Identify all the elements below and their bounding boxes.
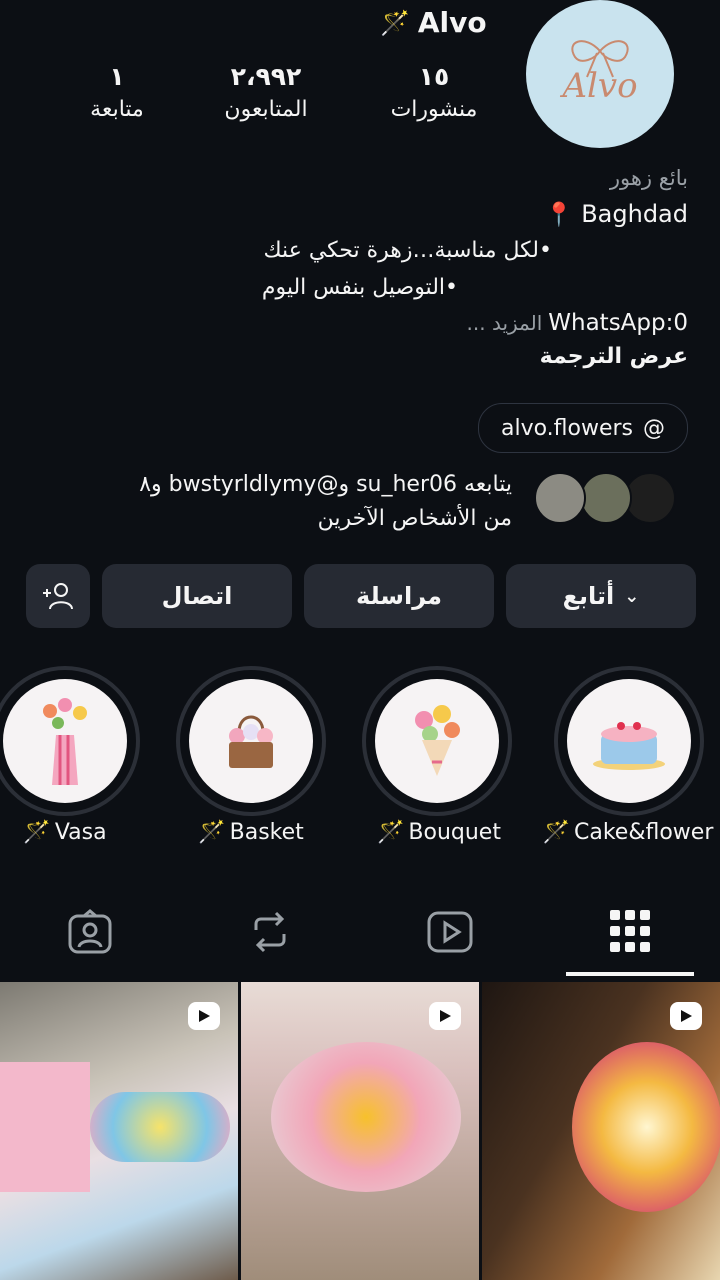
followers-count: ٢،٩٩٢ <box>230 62 302 91</box>
post-thumbnail[interactable] <box>482 982 720 1280</box>
highlight-label-row: 🪄 Bouquet <box>364 820 514 845</box>
bouquet-icon <box>375 679 499 803</box>
reels-icon <box>427 911 473 953</box>
highlight-ring <box>176 666 326 816</box>
magic-wand-icon: 🪄 <box>542 820 570 845</box>
posts-label: منشورات <box>390 97 478 122</box>
vase-icon <box>3 679 127 803</box>
bio-line-2: •التوصيل بنفس اليوم <box>261 275 458 300</box>
stat-followers[interactable]: ٢،٩٩٢ المتابعون <box>218 62 314 122</box>
magic-wand-icon: 🪄 <box>23 820 51 845</box>
chevron-down-icon: ⌄ <box>624 585 640 607</box>
highlight-bouquet[interactable] <box>362 666 512 816</box>
post-thumbnail[interactable] <box>0 982 238 1280</box>
highlight-label: Cake&flower <box>574 820 714 845</box>
contact-button[interactable]: اتصال <box>102 564 292 628</box>
posts-count: ١٥ <box>418 62 450 91</box>
message-label: مراسلة <box>356 582 442 610</box>
stat-posts[interactable]: ١٥ منشورات <box>388 62 480 122</box>
highlight-label-row: 🪄 Basket <box>176 820 326 845</box>
location-text: Baghdad <box>581 200 688 228</box>
mutual-avatar <box>534 472 586 524</box>
basket-icon <box>189 679 313 803</box>
magic-wand-icon: 🪄 <box>377 820 405 845</box>
following-label: متابعة <box>90 97 144 122</box>
bio-line-3: WhatsApp:0 <box>548 310 688 336</box>
bow-logo-icon <box>571 40 629 78</box>
highlight-cake-flower[interactable] <box>554 666 704 816</box>
followers-label: المتابعون <box>224 97 308 122</box>
add-person-icon <box>43 583 73 610</box>
grid-icon <box>610 910 650 952</box>
location-row: 📍 Baghdad <box>545 200 688 228</box>
contact-label: اتصال <box>161 582 233 610</box>
tab-reposts[interactable] <box>240 904 300 960</box>
highlight-ring <box>554 666 704 816</box>
reel-play-icon <box>429 1002 461 1030</box>
reel-play-icon <box>670 1002 702 1030</box>
following-count: ١ <box>109 62 125 91</box>
bio-line-3-row: ... المزيد WhatsApp:0 <box>467 310 688 336</box>
active-tab-indicator <box>566 972 694 976</box>
highlight-label-row: 🪄 Vasa <box>0 820 130 845</box>
highlight-ring <box>362 666 512 816</box>
highlight-ring <box>0 666 140 816</box>
stat-following[interactable]: ١ متابعة <box>82 62 152 122</box>
profile-avatar[interactable]: Alvo <box>526 0 674 148</box>
pin-icon: 📍 <box>544 201 574 228</box>
bio-line-1: •لكل مناسبة…زهرة تحكي عنك <box>263 238 552 263</box>
tab-grid[interactable] <box>600 904 660 960</box>
tab-tagged[interactable] <box>60 904 120 960</box>
highlight-basket[interactable] <box>176 666 326 816</box>
mutual-followers-avatars[interactable] <box>534 472 688 532</box>
magic-wand-icon: 🪄 <box>380 8 410 37</box>
flower-arrangement-image <box>572 1042 720 1212</box>
threads-handle: alvo.flowers <box>500 415 634 441</box>
follow-label: أتابع <box>562 582 615 610</box>
highlight-label: Bouquet <box>408 820 501 845</box>
post-thumbnail[interactable] <box>241 982 479 1280</box>
followed-by-line-1[interactable]: يتابعه su_her06 و@bwstyrldlymy و٨ <box>52 472 512 497</box>
highlight-label: Vasa <box>54 820 107 845</box>
gift-bag-image <box>0 1062 90 1192</box>
mutual-avatar <box>580 472 632 524</box>
message-button[interactable]: مراسلة <box>304 564 494 628</box>
category-label: بائع زهور <box>609 166 688 190</box>
cake-icon <box>567 679 691 803</box>
highlight-vasa[interactable] <box>0 666 140 816</box>
tagged-person-icon <box>68 909 112 954</box>
translate-link[interactable]: عرض الترجمة <box>540 344 688 369</box>
add-friend-button[interactable] <box>26 564 90 628</box>
reel-play-icon <box>188 1002 220 1030</box>
highlight-label-row: 🪄 Cake&flower <box>540 820 716 845</box>
tab-reels[interactable] <box>420 904 480 960</box>
threads-chip[interactable]: alvo.flowers @ <box>478 403 688 453</box>
highlight-label: Basket <box>229 820 304 845</box>
follow-button[interactable]: أتابع ⌄ <box>506 564 696 628</box>
magic-wand-icon: 🪄 <box>198 820 226 845</box>
flower-bouquet-image <box>90 1092 230 1162</box>
followed-by-line-2: من الأشخاص الآخرين <box>317 506 512 531</box>
username-row: 🪄 Alvo <box>380 6 487 39</box>
repost-icon <box>254 911 286 953</box>
threads-icon: @ <box>643 415 666 441</box>
more-link[interactable]: ... المزيد <box>467 311 543 335</box>
username: Alvo <box>417 6 487 39</box>
sunflower-bouquet-image <box>271 1042 461 1192</box>
